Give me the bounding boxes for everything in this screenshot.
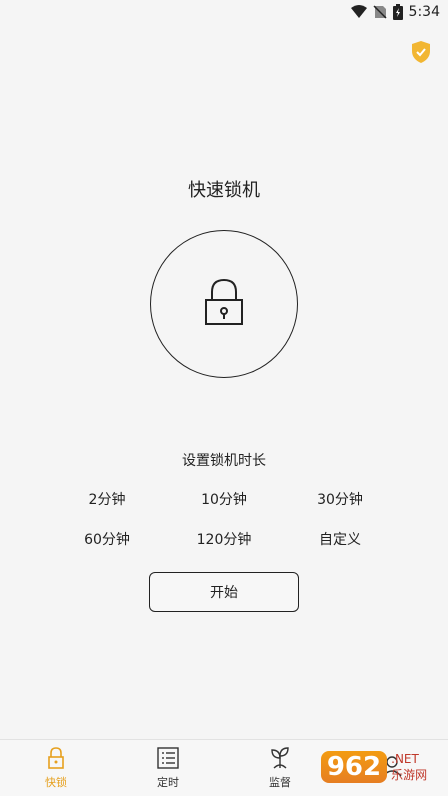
watermark-logo: 962 xyxy=(320,751,388,783)
tab-schedule[interactable]: 定时 xyxy=(112,740,224,796)
start-button[interactable]: 开始 xyxy=(149,572,299,612)
tab-quick-lock[interactable]: 快锁 xyxy=(0,740,112,796)
tab-label: 定时 xyxy=(157,776,179,789)
watermark-text: .NET 乐游网 xyxy=(391,751,427,783)
lock-icon xyxy=(48,746,64,770)
option-30min[interactable]: 30分钟 xyxy=(285,489,395,509)
page-title: 快速锁机 xyxy=(188,180,260,201)
option-2min[interactable]: 2分钟 xyxy=(52,489,162,509)
tab-label: 快锁 xyxy=(45,776,67,789)
shield-check-icon[interactable] xyxy=(410,40,432,64)
schedule-list-icon xyxy=(157,746,179,770)
option-120min[interactable]: 120分钟 xyxy=(169,529,279,549)
duration-title: 设置锁机时长 xyxy=(182,453,266,469)
option-custom[interactable]: 自定义 xyxy=(285,529,395,549)
sprout-icon xyxy=(269,746,291,770)
tab-label: 监督 xyxy=(269,776,291,789)
lock-button[interactable] xyxy=(150,230,298,378)
no-sim-icon xyxy=(373,5,387,19)
watermark-site-name: 乐游网 xyxy=(391,768,428,782)
option-60min[interactable]: 60分钟 xyxy=(52,529,162,549)
battery-icon xyxy=(392,4,403,20)
watermark-domain: .NET xyxy=(391,752,419,766)
watermark: 962 .NET 乐游网 xyxy=(304,742,444,792)
option-10min[interactable]: 10分钟 xyxy=(169,489,279,509)
padlock-icon xyxy=(204,278,244,330)
wifi-icon xyxy=(350,5,367,19)
status-time: 5:34 xyxy=(408,4,440,20)
status-bar: 5:34 xyxy=(0,0,448,24)
